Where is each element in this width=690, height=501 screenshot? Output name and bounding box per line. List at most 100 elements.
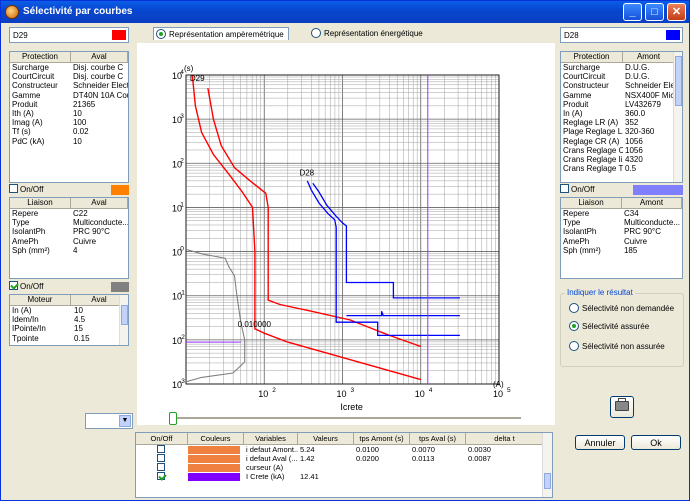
results-color-swatch[interactable] (188, 455, 240, 463)
left-liaison-row[interactable]: Repere C22 (10, 209, 128, 218)
right-prot-row[interactable]: Crans Reglage T... 0.5 (561, 164, 682, 173)
right-onoff-checkbox[interactable] (560, 184, 569, 193)
results-checkbox[interactable] (157, 472, 165, 480)
right-prot-row[interactable]: Produit LV432679 (561, 100, 682, 109)
results-row[interactable]: I Crete (kA) 12.41 (136, 472, 552, 481)
ok-button[interactable]: Ok (631, 435, 681, 450)
slider-thumb[interactable] (169, 412, 177, 425)
right-prot-row[interactable]: Crans Reglage C...1056 (561, 146, 682, 155)
results-header[interactable]: Variables (244, 433, 298, 444)
right-prot-row[interactable]: Crans Reglage li... 4320 (561, 155, 682, 164)
results-header[interactable]: tps Aval (s) (410, 433, 466, 444)
minimize-button[interactable]: _ (623, 3, 642, 21)
chart-panel[interactable]: 10 4 10 3 10 2 10 1 10 0 10 -1 10 -2 10 -3 10 2 10 3 10 4 10 5(… (137, 43, 555, 425)
results-row[interactable]: curseur (A) (136, 463, 552, 472)
right-protection-scrollbar[interactable] (673, 52, 682, 182)
result-radio-0[interactable] (569, 303, 579, 313)
right-liaison-grid[interactable]: Liaison Amont Repere C34 Type Multiconducte.… (560, 197, 683, 279)
right-protection-grid[interactable]: Protection Amont Surcharge D.U.G. CourtCirc… (560, 51, 683, 183)
left-prot-row[interactable]: Surcharge Disj. courbe C (10, 63, 128, 72)
slider-track[interactable] (171, 417, 521, 419)
left-prot-row[interactable]: Gamme DT40N 10A Cou... (10, 91, 128, 100)
results-table[interactable]: On/Off Couleurs Variables Valeurs tps Amont … (135, 432, 553, 498)
result-radio-2[interactable] (569, 341, 579, 351)
right-onoff-toggle[interactable]: On/Off (560, 184, 594, 196)
results-header[interactable]: delta t (466, 433, 544, 444)
right-prot-row[interactable]: CourtCircuit D.U.G. (561, 72, 682, 81)
left-moteur-scrollbar[interactable] (119, 295, 128, 345)
mode-option-ampere[interactable]: Représentation ampèremétrique (153, 27, 289, 40)
left-prot-row[interactable]: CourtCircuit Disj. courbe C (10, 72, 128, 81)
mode-ampere-radio[interactable] (156, 29, 166, 39)
right-prot-row[interactable]: Surcharge D.U.G. (561, 63, 682, 72)
right-liaison-row[interactable]: IsolantPh PRC 90°C (561, 227, 682, 236)
results-checkbox[interactable] (157, 454, 165, 462)
right-prot-row[interactable]: Plage Reglage L... 320-360 (561, 127, 682, 136)
right-prot-key: Crans Reglage li... (563, 154, 623, 164)
results-checkbox[interactable] (157, 463, 165, 471)
selectivity-chart[interactable]: 10410310210110010-110-210-310 2 10 3 10 4 10 5(… (137, 43, 555, 425)
result-radio-1[interactable] (569, 321, 579, 331)
mode-energy-radio[interactable] (311, 28, 321, 38)
results-header[interactable]: Valeurs (298, 433, 354, 444)
left-liaison-row[interactable]: IsolantPh PRC 90°C (10, 227, 128, 236)
maximize-button[interactable]: □ (645, 3, 664, 21)
results-color-swatch[interactable] (188, 464, 240, 472)
right-liaison-row[interactable]: AmePh Cuivre (561, 237, 682, 246)
right-prot-row[interactable]: Constructeur Schneider Elec (561, 81, 682, 90)
print-button[interactable] (610, 396, 634, 418)
results-checkbox[interactable] (157, 445, 165, 453)
result-option-2[interactable]: Sélectivité non assurée (569, 341, 665, 351)
left-moteur-row[interactable]: Idem/In 4.5 (10, 315, 128, 324)
right-liaison-value: Multiconducte... (623, 218, 681, 228)
left-moteur-row[interactable]: In (A) 10 (10, 306, 128, 315)
mode-option-energy[interactable]: Représentation énergétique (311, 28, 423, 38)
results-header[interactable]: On/Off (136, 433, 188, 444)
left-protection-grid[interactable]: Protection Aval Surcharge Disj. courbe C Co… (9, 51, 129, 183)
right-prot-value: D.U.G. (625, 72, 650, 82)
cancel-button[interactable]: Annuler (575, 435, 625, 450)
left-prot-row[interactable]: PdC (kA) 10 (10, 137, 128, 146)
left-moteur-row[interactable]: Tpointe 0.15 (10, 334, 128, 343)
right-prot-row[interactable]: Reglage CR (A) 1056 (561, 137, 682, 146)
y-tick-exponent: 2 (180, 157, 184, 164)
left-liaison-row[interactable]: Sph (mm²) 4 (10, 246, 128, 255)
results-color-swatch[interactable] (188, 473, 240, 481)
left-onoff2-toggle[interactable]: On/Off (9, 281, 43, 293)
left-moteur-grid[interactable]: Moteur Aval In (A) 10 Idem/In 4.5 IPointe/In 1… (9, 294, 129, 346)
close-button[interactable]: ✕ (667, 3, 686, 21)
right-prot-row[interactable]: Reglage LR (A) 352 (561, 118, 682, 127)
y-unit-label: (s) (184, 64, 194, 73)
left-device-select[interactable]: D29 (9, 27, 129, 43)
left-prot-row[interactable]: Ith (A) 10 (10, 109, 128, 118)
chevron-down-icon[interactable]: ▼ (119, 415, 131, 427)
left-moteur-key: IPointe/In (12, 324, 46, 334)
left-onoff1-checkbox[interactable] (9, 184, 18, 193)
left-liaison-row[interactable]: AmePh Cuivre (10, 237, 128, 246)
right-prot-row[interactable]: Gamme NSX400F Mic (561, 91, 682, 100)
right-device-select[interactable]: D28 (560, 27, 683, 43)
left-onoff2-checkbox[interactable] (9, 281, 18, 290)
result-option-0[interactable]: Sélectivité non demandée (569, 303, 674, 313)
right-liaison-row[interactable]: Type Multiconducte... (561, 218, 682, 227)
right-liaison-row[interactable]: Repere C34 (561, 209, 682, 218)
left-liaison-grid[interactable]: Liaison Aval Repere C22 Type Multiconducte..… (9, 197, 129, 279)
right-prot-row[interactable]: In (A) 360.0 (561, 109, 682, 118)
results-header[interactable]: tps Amont (s) (354, 433, 410, 444)
results-row[interactable]: i defaut Aval (... 1.42 0.0200 0.0113 0.0087 (136, 454, 552, 463)
results-row[interactable]: i defaut Amont... 5.24 0.0100 0.0070 0.0030 (136, 445, 552, 454)
results-header[interactable]: Couleurs (188, 433, 244, 444)
left-onoff1-toggle[interactable]: On/Off (9, 184, 43, 196)
right-liaison-row[interactable]: Sph (mm²) 185 (561, 246, 682, 255)
left-prot-row[interactable]: Tf (s) 0.02 (10, 127, 128, 136)
results-color-swatch[interactable] (188, 446, 240, 454)
results-scrollbar[interactable] (542, 433, 552, 497)
left-prot-row[interactable]: Imag (A) 100 (10, 118, 128, 127)
left-prot-row[interactable]: Produit 21365 (10, 100, 128, 109)
zoom-select[interactable]: ▼ (85, 413, 133, 429)
left-moteur-row[interactable]: IPointe/In 15 (10, 324, 128, 333)
left-prot-row[interactable]: Constructeur Schneider Electric (10, 81, 128, 90)
result-option-1[interactable]: Sélectivité assurée (569, 321, 649, 331)
right-liaison-value: 185 (623, 245, 638, 255)
left-liaison-row[interactable]: Type Multiconducte... (10, 218, 128, 227)
